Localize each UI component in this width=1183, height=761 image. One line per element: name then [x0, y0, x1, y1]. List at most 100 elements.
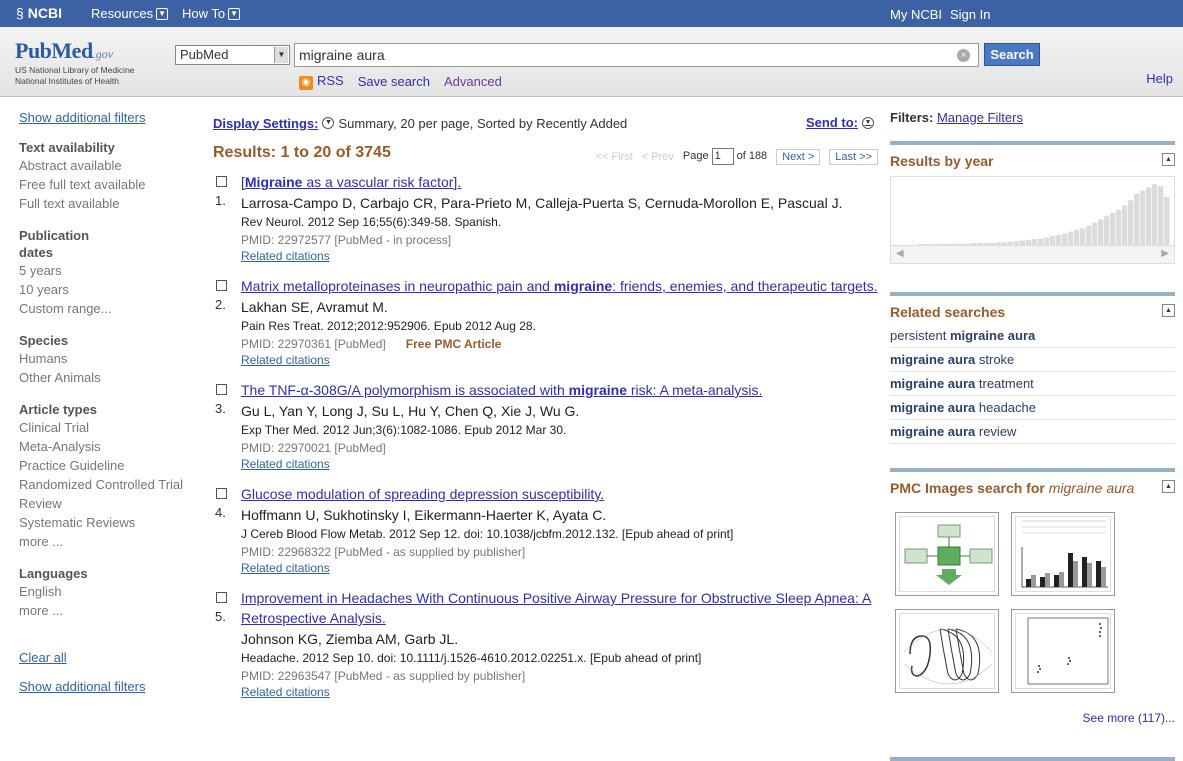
result-title-link[interactable]: The TNF-α-308G/A polymorphism is associa… — [241, 380, 878, 400]
filter-option[interactable]: Full text available — [19, 194, 199, 213]
filter-option[interactable]: Meta-Analysis — [19, 437, 199, 456]
filter-option[interactable]: Clinical Trial — [19, 418, 199, 437]
search-button[interactable]: Search — [984, 43, 1040, 66]
scatter-plot-thumbnail-icon — [1027, 617, 1109, 685]
result-title-link[interactable]: [Migraine as a vascular risk factor]. — [241, 172, 878, 192]
filter-option[interactable]: Abstract available — [19, 156, 199, 175]
help-link[interactable]: Help — [1146, 71, 1173, 86]
related-citations-link[interactable]: Related citations — [241, 561, 878, 576]
year-bar[interactable] — [1104, 216, 1110, 245]
pmc-image-thumbnail[interactable] — [1011, 512, 1115, 596]
clear-all-link[interactable]: Clear all — [19, 650, 67, 665]
filter-option[interactable]: Free full text available — [19, 175, 199, 194]
year-bar[interactable] — [1050, 236, 1056, 245]
year-bar[interactable] — [1122, 205, 1128, 245]
prev-page-link[interactable]: < Prev — [642, 151, 674, 163]
select-checkbox[interactable] — [216, 488, 227, 499]
scroll-right-icon[interactable]: ▶ — [1161, 248, 1169, 259]
histogram-scrollbar[interactable]: ◀ ▶ — [891, 245, 1174, 263]
year-bar[interactable] — [1134, 193, 1140, 245]
database-select[interactable]: PubMed ▼ — [175, 45, 290, 65]
pubmed-logo[interactable]: PubMed.gov US National Library of Medici… — [15, 38, 135, 86]
result-authors: Hoffmann U, Sukhotinsky I, Eikermann-Hae… — [241, 507, 607, 523]
filter-option[interactable]: Humans — [19, 349, 199, 368]
select-checkbox[interactable] — [216, 592, 227, 603]
filter-option[interactable]: more ... — [19, 532, 199, 551]
result-title-link[interactable]: Improvement in Headaches With Continuous… — [241, 588, 878, 628]
select-checkbox[interactable] — [216, 280, 227, 291]
filter-option[interactable]: Systematic Reviews — [19, 513, 199, 532]
page-number-input[interactable]: 1 — [711, 148, 734, 165]
year-bar[interactable] — [1158, 186, 1164, 245]
year-bar[interactable] — [1146, 187, 1152, 245]
pmc-image-thumbnail[interactable] — [895, 512, 999, 596]
pmc-image-thumbnail[interactable] — [1011, 609, 1115, 693]
sign-in-link[interactable]: Sign In — [950, 7, 990, 22]
filter-option[interactable]: Practice Guideline — [19, 456, 199, 475]
year-histogram[interactable]: ◀ ▶ — [890, 176, 1175, 264]
clear-search-icon[interactable]: × — [957, 49, 970, 62]
chevron-down-icon[interactable]: ▼ — [322, 117, 335, 129]
filter-option[interactable]: Review — [19, 494, 199, 513]
next-page-button[interactable]: Next > — [776, 148, 821, 165]
manage-filters-link[interactable]: Manage Filters — [937, 110, 1023, 125]
filter-option[interactable]: Other Animals — [19, 368, 199, 387]
search-input[interactable]: migraine aura × — [294, 43, 979, 67]
free-pmc-article-badge[interactable]: Free PMC Article — [406, 337, 502, 351]
send-to-menu[interactable]: Send to: ▼ — [806, 115, 878, 130]
related-search-link[interactable]: migraine aura stroke — [890, 348, 1175, 372]
collapse-icon[interactable]: ▲ — [1162, 480, 1175, 493]
related-search-link[interactable]: migraine aura treatment — [890, 372, 1175, 396]
rss-link[interactable]: ◉ RSS — [299, 73, 344, 90]
year-bar[interactable] — [1116, 209, 1122, 245]
year-bar[interactable] — [1092, 222, 1098, 245]
related-search-link[interactable]: migraine aura headache — [890, 396, 1175, 420]
year-bar[interactable] — [1164, 197, 1170, 245]
year-bar[interactable] — [1056, 234, 1062, 245]
filter-option[interactable]: English — [19, 582, 199, 601]
year-bar[interactable] — [1152, 184, 1158, 245]
related-citations-link[interactable]: Related citations — [241, 457, 878, 472]
show-additional-filters-link[interactable]: Show additional filters — [19, 679, 145, 694]
year-bar[interactable] — [1062, 233, 1068, 245]
show-additional-filters-link[interactable]: Show additional filters — [19, 110, 145, 125]
result-item: 3. The TNF-α-308G/A polymorphism is asso… — [213, 380, 878, 472]
howto-menu[interactable]: How To ▼ — [182, 6, 241, 21]
year-bar[interactable] — [1098, 219, 1104, 245]
my-ncbi-link[interactable]: My NCBI — [890, 7, 942, 22]
select-checkbox[interactable] — [216, 176, 227, 187]
related-search-link[interactable]: persistent migraine aura — [890, 324, 1175, 348]
display-settings-link[interactable]: Display Settings: — [213, 116, 318, 131]
scroll-left-icon[interactable]: ◀ — [896, 248, 904, 259]
related-citations-link[interactable]: Related citations — [241, 353, 878, 368]
year-bar[interactable] — [1068, 231, 1074, 245]
filter-option[interactable]: more ... — [19, 601, 199, 620]
filter-option[interactable]: 5 years — [19, 261, 199, 280]
ncbi-logo[interactable]: § NCBI — [16, 5, 62, 21]
related-search-link[interactable]: migraine aura review — [890, 420, 1175, 444]
year-bar[interactable] — [1074, 229, 1080, 245]
result-title-link[interactable]: Glucose modulation of spreading depressi… — [241, 484, 878, 504]
year-bar[interactable] — [1080, 228, 1086, 245]
select-checkbox[interactable] — [216, 384, 227, 395]
year-bar[interactable] — [1140, 190, 1146, 245]
see-more-images-link[interactable]: See more (117)... — [890, 711, 1175, 725]
filter-option[interactable]: Custom range... — [19, 299, 199, 318]
collapse-icon[interactable]: ▲ — [1162, 304, 1175, 317]
year-bar[interactable] — [1110, 213, 1116, 245]
year-bar[interactable] — [1044, 237, 1050, 245]
first-page-link[interactable]: << First — [595, 151, 632, 163]
resources-menu[interactable]: Resources ▼ — [91, 6, 169, 21]
pmc-image-thumbnail[interactable] — [895, 609, 999, 693]
result-title-link[interactable]: Matrix metalloproteinases in neuropathic… — [241, 276, 878, 296]
year-bar[interactable] — [1086, 225, 1092, 245]
related-citations-link[interactable]: Related citations — [241, 685, 878, 700]
related-citations-link[interactable]: Related citations — [241, 249, 878, 264]
collapse-icon[interactable]: ▲ — [1162, 153, 1175, 166]
save-search-link[interactable]: Save search — [358, 74, 430, 89]
filter-option[interactable]: 10 years — [19, 280, 199, 299]
advanced-search-link[interactable]: Advanced — [444, 74, 502, 89]
year-bar[interactable] — [1128, 200, 1134, 245]
filter-option[interactable]: Randomized Controlled Trial — [19, 475, 199, 494]
last-page-button[interactable]: Last >> — [829, 148, 878, 165]
